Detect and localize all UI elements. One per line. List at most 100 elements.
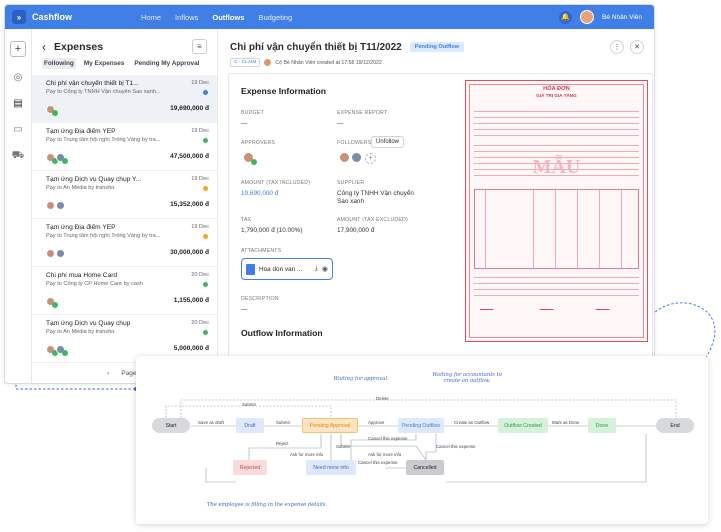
avatar — [56, 201, 65, 210]
list-item[interactable]: Tạm ứng Dịch vụ Quay chụp Y... Pay to An… — [32, 171, 217, 219]
item-amount: 47,500,000 đ — [170, 153, 209, 160]
status-dot — [203, 90, 208, 95]
created-meta: C - CLAIM Cộ Bé Nhân Viên created at 17:… — [218, 54, 654, 67]
tab-my-expenses[interactable]: My Expenses — [82, 58, 127, 69]
edge-submit: Submit — [276, 420, 290, 425]
item-title: Tạm ứng Dịch vụ Quay chụp — [46, 320, 131, 327]
approvers-avatars — [243, 152, 257, 165]
edge-ask-more: Ask for more info — [290, 452, 324, 457]
status-dot — [203, 282, 208, 287]
approver-avatars — [46, 105, 58, 116]
item-payee: Pay to An Media by transfer — [46, 185, 115, 191]
node-done: Done — [588, 418, 616, 433]
nav-home[interactable]: Home — [141, 13, 161, 22]
nav-budgeting[interactable]: Budgeting — [258, 13, 292, 22]
add-follower-icon[interactable]: + — [365, 153, 376, 164]
label-amount-incl: AMOUNT (TAX INCLUDED) — [241, 180, 311, 186]
node-end: End — [656, 418, 694, 433]
folder-icon[interactable]: ▭ — [13, 124, 22, 135]
item-payee: Pay to Công ty TNHH Vận chuyển Sao xanh.… — [46, 89, 161, 95]
app-logo[interactable]: » Cashflow — [5, 10, 141, 24]
workflow-edges — [165, 399, 677, 483]
file-icon — [246, 263, 255, 275]
invoice-preview[interactable]: HÓA ĐƠN GIÁ TRỊ GIA TĂNG MẪU ━━━━━ ━━━━━… — [465, 80, 648, 342]
tab-pending-my-approval[interactable]: Pending My Approval — [132, 58, 201, 69]
avatar — [46, 105, 58, 116]
created-info: Cộ Bé Nhân Viên created at 17:58 19/12/2… — [275, 59, 382, 66]
value-amount-excl: 17,900,000 đ — [337, 227, 375, 234]
edge-approve: Approve — [368, 420, 385, 425]
invoice-title: HÓA ĐƠN — [543, 86, 570, 92]
receipt-icon[interactable]: ▤ — [13, 98, 22, 109]
list-item[interactable]: Chi phí mua Home Card Pay to Công ty CP … — [32, 267, 217, 315]
download-icon[interactable]: ⤓ — [315, 265, 318, 273]
edge-create-outflow: Create as Outflow — [454, 420, 490, 425]
avatar — [46, 201, 55, 210]
edge-submit-top: Submit — [242, 402, 256, 407]
back-arrow-icon[interactable]: ‹ — [42, 40, 46, 54]
invoice-signature-head: ━━━━━ — [596, 307, 610, 312]
node-need-more-info: Need more info — [306, 460, 356, 475]
label-description: DESCRIPTION — [241, 296, 279, 302]
more-options-icon[interactable]: ⋮ — [610, 40, 624, 54]
section-title-outflow-info: Outflow Information — [241, 328, 323, 338]
filter-icon[interactable]: ≡ — [192, 39, 207, 54]
edge-save-as-draft: Save as draft — [198, 420, 224, 425]
followers-avatars — [339, 152, 362, 163]
value-expense-report: — — [337, 120, 344, 127]
approver-avatars — [46, 297, 58, 308]
eye-icon[interactable]: ◉ — [322, 265, 328, 273]
avatar — [243, 152, 257, 165]
user-name[interactable]: Bé Nhân Viên — [602, 14, 642, 21]
attachment-name: Hoa don van ... — [259, 265, 303, 273]
user-avatar[interactable] — [580, 10, 594, 24]
claim-code: C - CLAIM — [230, 58, 261, 67]
avatar — [56, 153, 68, 164]
item-payee: Pay to An Media by transfer — [46, 329, 115, 335]
item-title: Chi phí mua Home Card — [46, 272, 118, 279]
list-item[interactable]: Tạm ứng Địa điểm YEP Pay to Trung tâm hộ… — [32, 219, 217, 267]
bell-icon[interactable]: 🔔 — [559, 10, 572, 24]
list-item[interactable]: Chi phí vận chuyển thiết bị T1... Pay to… — [32, 75, 217, 123]
tab-following[interactable]: Following — [42, 58, 76, 69]
expense-list-panel: ‹ Expenses ≡ Following My Expenses Pendi… — [32, 29, 218, 383]
list-item[interactable]: Tạm ứng Địa điểm YEP Pay to Trung tâm hộ… — [32, 123, 217, 171]
approver-avatars — [46, 249, 65, 258]
avatar — [46, 249, 55, 258]
node-pending-approval: Pending Approval — [302, 418, 358, 433]
prev-page-icon[interactable]: ‹ — [107, 370, 109, 377]
coin-icon[interactable]: ◎ — [14, 72, 23, 83]
invoice-signature-seller: ━━━━━ — [540, 307, 554, 312]
truck-icon[interactable]: ⛟ — [12, 150, 25, 163]
label-tax: TAX — [241, 217, 252, 223]
value-supplier: Công ty TNHH Vận chuyển Sao xanh — [337, 190, 414, 205]
item-date: 19 Dec — [191, 80, 209, 86]
label-supplier: SUPPLIER — [337, 180, 365, 186]
node-start: Start — [152, 418, 190, 433]
close-icon[interactable]: ✕ — [630, 40, 644, 54]
annotation-accountants: Waiting for accountants to create an out… — [432, 372, 502, 384]
avatar — [56, 249, 65, 258]
workflow-diagram: Start Draft Pending Approval Pending Out… — [136, 356, 708, 524]
nav-outflows[interactable]: Outflows — [212, 13, 244, 22]
page-title: Chi phí vận chuyển thiết bị T11/2022 — [230, 41, 402, 53]
edge-reject: Reject — [276, 441, 289, 446]
edge-cancel-2: Cancel this expense — [358, 460, 398, 465]
unfollow-button[interactable]: Unfollow — [371, 136, 405, 148]
avatar — [56, 345, 68, 356]
item-amount: 15,352,000 đ — [170, 201, 209, 208]
attachment-file[interactable]: Hoa don van ... ⤓ ◉ — [241, 258, 333, 280]
edge-ask-more-2: Ask for more info — [368, 452, 402, 457]
main-nav: Home Inflows Outflows Budgeting — [141, 13, 292, 22]
item-title: Chi phí vận chuyển thiết bị T1... — [46, 80, 139, 87]
item-payee: Pay to Công ty CP Home Care by cash — [46, 281, 143, 287]
node-rejected: Rejected — [233, 460, 267, 475]
approver-avatars — [46, 153, 68, 164]
nav-inflows[interactable]: Inflows — [175, 13, 198, 22]
app-name: Cashflow — [32, 12, 73, 22]
plus-icon[interactable]: + — [10, 41, 26, 57]
item-amount: 1,155,000 đ — [173, 297, 209, 304]
status-badge: Pending Outflow — [409, 42, 465, 52]
item-title: Tạm ứng Địa điểm YEP — [46, 128, 116, 135]
status-dot — [203, 138, 208, 143]
